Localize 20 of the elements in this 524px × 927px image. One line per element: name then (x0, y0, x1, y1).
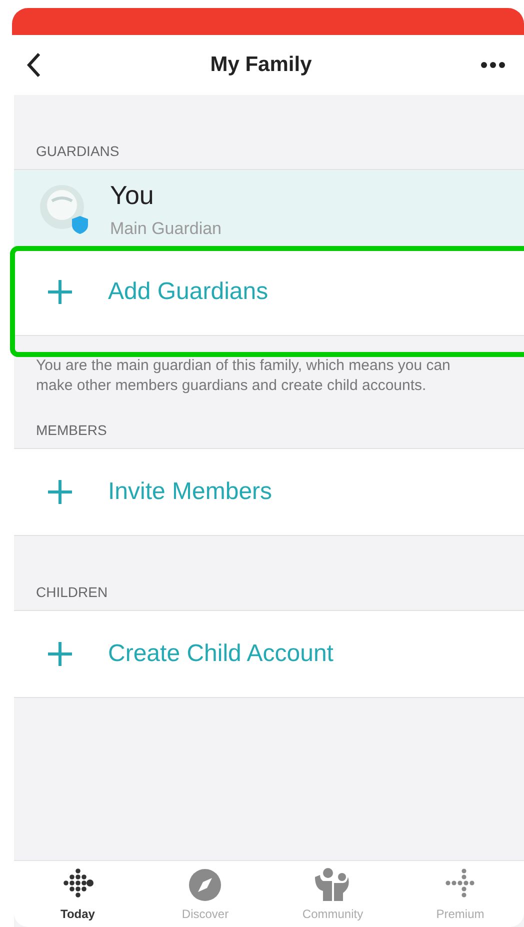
guardian-info-text: You are the main guardian of this family, which means you can make other members guardians and create child accounts. (35, 356, 452, 396)
plus-icon (46, 640, 74, 668)
back-icon (26, 52, 42, 78)
plus-icon (46, 478, 74, 506)
tab-bar-item[interactable]: Premium (396, 861, 524, 927)
section-heading: MEMBERS (35, 421, 107, 440)
tab-bar-item[interactable]: Discover (142, 861, 269, 927)
avatar-icon (38, 183, 88, 235)
add-row-button[interactable]: Add Guardians (14, 278, 268, 306)
add-row-button[interactable]: Invite Members (14, 478, 272, 506)
screen-title: My Family (210, 53, 312, 77)
section-heading: CHILDREN (35, 583, 108, 602)
member-name: You (110, 180, 155, 210)
compass-icon (187, 867, 224, 903)
more-icon (480, 61, 506, 69)
section-heading: GUARDIANS (35, 142, 120, 161)
plus-icon (46, 278, 74, 306)
tab-bar-item[interactable]: Community (269, 861, 396, 927)
member-role: Main Guardian (110, 218, 222, 238)
tab-bar-item[interactable]: Today (14, 861, 142, 927)
